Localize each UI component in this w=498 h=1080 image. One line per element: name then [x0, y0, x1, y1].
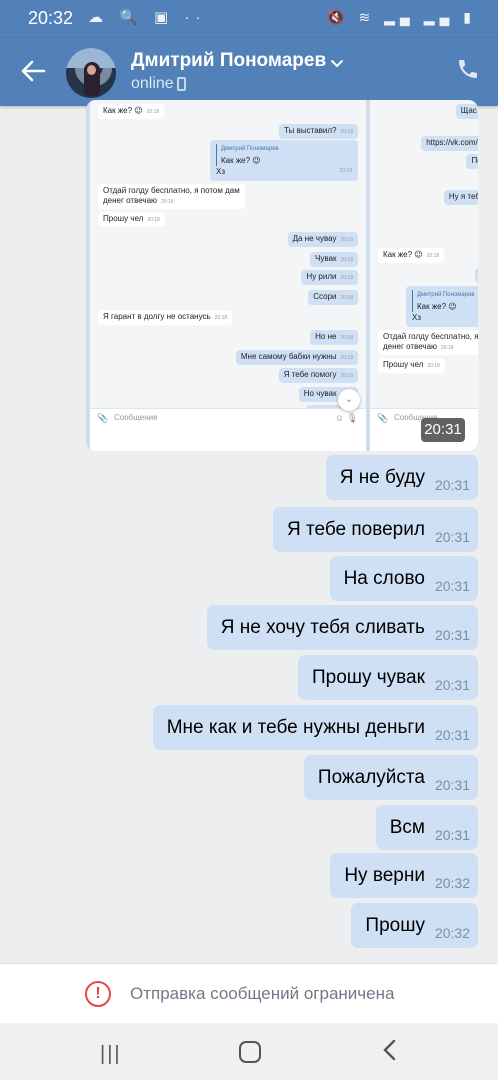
message-text: Я не хочу тебя сливать — [220, 617, 425, 638]
message-bubble[interactable]: Я тебе поверил 20:31 — [273, 507, 478, 552]
back-arrow-icon[interactable] — [20, 54, 50, 88]
message-time: 20:31 — [434, 727, 470, 743]
scroll-down-icon: ⌄ — [338, 389, 360, 411]
message-text: Прошу чувак — [311, 667, 425, 688]
mini-message: Потом тут отзыв20:18 — [466, 154, 478, 169]
phone-call-icon[interactable] — [456, 57, 480, 88]
message-bubble[interactable]: Мне как и тебе нужны деньги 20:31 — [152, 705, 478, 750]
message-time: 20:31 — [434, 477, 470, 493]
mini-message: Чувак 20:18 — [310, 252, 358, 267]
message-text: Мне как и тебе нужны деньги — [166, 717, 425, 738]
mini-message: Я гарант в долгу не останусь 20:18 — [98, 310, 233, 325]
avatar[interactable] — [66, 48, 116, 98]
mini-message: Мне самому бабки нужны 20:18 — [235, 350, 358, 365]
online-status: online — [131, 75, 174, 92]
message-text: Ну верни — [344, 865, 425, 886]
message-bubble[interactable]: Ну верни 20:32 — [330, 853, 478, 898]
message-bubble[interactable]: Всм 20:31 — [375, 805, 478, 850]
mini-message: Щас выстовлю жди20:18 — [455, 104, 478, 119]
mini-message: Ну я тебе могу помочь20:18 — [443, 190, 478, 205]
message-time: 20:31 — [421, 418, 465, 442]
message-time: 20:31 — [434, 627, 470, 643]
mini-message: Прошу чел 20:18 — [378, 358, 445, 373]
message-text: Я тебе поверил — [287, 519, 425, 540]
message-time: 20:31 — [434, 777, 470, 793]
compose-placeholder: Сообщение — [114, 413, 158, 422]
contact-name[interactable]: Дмитрий Пономарев — [131, 50, 326, 72]
message-text: На слово — [343, 568, 425, 589]
mini-message: Ссори 20:18 — [308, 290, 358, 305]
mini-message: https://vk.com/club18156967020:18 — [421, 136, 478, 151]
restricted-notice: ! Отправка сообщений ограничена — [0, 963, 498, 1023]
mini-message: Отдай голду бесплатно, я потом дамденег … — [378, 330, 478, 355]
notification-icons: ☁ 🔍 ▣ ·· — [88, 9, 207, 26]
clock: 20:32 — [28, 8, 74, 28]
screenshot-left-pane: Как же? 😉 20:18 Ты выставил? 20:18 Дмитрий П… — [90, 100, 366, 451]
message-time: 20:31 — [434, 578, 470, 594]
status-bar: 20:32 ☁ 🔍 ▣ ·· 🔇 ≋ ▂▄ ▂▄ ▮ — [0, 0, 498, 38]
restricted-text: Отправка сообщений ограничена — [130, 984, 395, 1003]
quoted-message: Дмитрий ПономаревКак же? 😉Хз20:18 — [210, 140, 358, 181]
message-bubble[interactable]: Прошу 20:32 — [351, 903, 478, 948]
message-text: Пожалуйста — [317, 767, 425, 788]
message-bubble[interactable]: Я не хочу тебя сливать 20:31 — [206, 605, 478, 650]
mini-message: Но не 20:18 — [310, 330, 358, 345]
mini-message: Отдай голду бесплатно, я потом дамденег … — [98, 184, 245, 209]
message-bubble[interactable]: Прошу чувак 20:31 — [297, 655, 478, 700]
message-time: 20:31 — [434, 529, 470, 545]
system-navigation-bar: ||| — [0, 1023, 498, 1080]
message-time: 20:32 — [434, 875, 470, 891]
mini-message: Прошу чел 20:18 — [98, 212, 165, 227]
mini-message: Как же? 😉 20:18 — [98, 104, 165, 119]
message-stream-right: Щас выстовлю жди20:18Угу20:18https://vk.… — [370, 100, 478, 410]
message-time: 20:31 — [434, 827, 470, 843]
message-text: Прошу — [365, 915, 425, 936]
compose-bar: 📎 Сообщение ☺ 🎙 — [90, 408, 366, 428]
mini-message: Ну рили 20:18 — [301, 270, 358, 285]
message-text: Всм — [389, 817, 425, 838]
paperclip-icon: 📎 — [377, 413, 389, 423]
message-bubble[interactable]: Я не буду 20:31 — [325, 455, 478, 500]
back-icon[interactable] — [380, 1037, 400, 1070]
quoted-message: Дмитрий ПономаревКак же? 😉Хз20:18 — [406, 286, 478, 327]
message-text: Я не буду — [339, 467, 425, 488]
paperclip-icon: 📎 — [97, 413, 109, 423]
emoji-mic-icons: ☺ 🎙 — [334, 413, 358, 423]
message-bubble[interactable]: На слово 20:31 — [329, 556, 478, 601]
system-icons: 🔇 ≋ ▂▄ ▂▄ ▮ — [327, 9, 476, 25]
warning-icon: ! — [85, 981, 111, 1007]
screenshot-right-pane: Щас выстовлю жди20:18Угу20:18https://vk.… — [370, 100, 478, 451]
mini-message: Я тебе помогу 20:18 — [278, 368, 358, 383]
message-stream-left: Как же? 😉 20:18 Ты выставил? 20:18 Дмитрий П… — [90, 100, 366, 419]
chat-header: Дмитрий Пономарев online — [0, 38, 498, 106]
mini-message: Да не чувау 20:18 — [287, 232, 358, 247]
mini-message: Ты выставил?20:18 — [279, 124, 358, 139]
mini-message: Ты выставил?20:18 — [475, 268, 478, 283]
chevron-down-icon[interactable] — [330, 50, 344, 73]
message-bubble[interactable]: Пожалуйста 20:31 — [303, 755, 478, 800]
recent-apps-icon[interactable]: ||| — [100, 1043, 122, 1066]
mobile-device-icon — [177, 77, 186, 91]
message-time: 20:31 — [434, 677, 470, 693]
home-icon[interactable] — [239, 1041, 261, 1063]
screenshot-attachment[interactable]: Как же? 😉 20:18 Ты выставил? 20:18 Дмитрий П… — [86, 100, 478, 451]
message-time: 20:32 — [434, 925, 470, 941]
mini-message: Как же? 😉 20:18 — [378, 248, 445, 263]
